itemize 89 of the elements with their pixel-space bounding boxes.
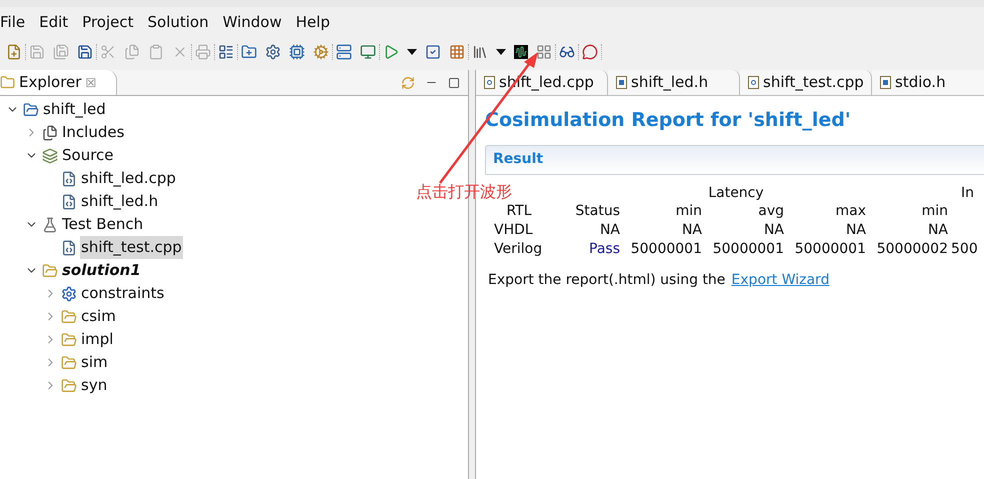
tree-item[interactable]: impl: [80, 328, 114, 351]
include-files-icon: [42, 124, 58, 140]
editor-tab[interactable]: shift_led.h: [608, 70, 740, 95]
column-header: min: [920, 202, 948, 220]
tree-item[interactable]: Source: [61, 144, 115, 167]
glasses-icon[interactable]: [559, 44, 575, 60]
column-header: max: [834, 202, 866, 220]
menu-item[interactable]: Window: [222, 10, 282, 34]
annotation-text: 点击打开波形: [416, 183, 512, 201]
checkbox-icon[interactable]: [425, 44, 441, 60]
table-cell-text: NA: [844, 220, 866, 238]
table-cell-text: 50000001: [630, 240, 702, 258]
column-header: avg: [757, 202, 784, 220]
table-cell-text: NA: [598, 220, 620, 238]
menu-item[interactable]: File: [0, 10, 26, 34]
table-cell-text: 500: [950, 240, 979, 258]
editor-tab[interactable]: shift_test.cpp: [740, 70, 872, 95]
table-cell-text: NA: [926, 220, 948, 238]
header-file-icon: [880, 76, 891, 89]
menu-item[interactable]: Edit: [39, 10, 68, 34]
table-cell-text: 50000001: [712, 240, 784, 258]
new-file-icon[interactable]: [6, 44, 22, 60]
export-wizard-link[interactable]: Export Wizard: [731, 270, 830, 290]
c-file-icon: [484, 76, 495, 89]
tree-item[interactable]: solution1: [61, 259, 142, 282]
stack-icon: [42, 148, 58, 164]
folder-icon: [0, 75, 15, 90]
table-cell-text: VHDL: [493, 220, 534, 238]
editor-tab[interactable]: stdio.h: [872, 70, 984, 95]
settings-icon[interactable]: [265, 44, 281, 60]
run-icon[interactable]: [383, 44, 399, 60]
chip-icon[interactable]: [289, 44, 305, 60]
column-group-header: In: [961, 184, 974, 200]
cog-icon[interactable]: [313, 44, 329, 60]
compare-icon[interactable]: [536, 44, 552, 60]
tree-item[interactable]: csim: [80, 305, 117, 328]
close-button[interactable]: ☒: [85, 74, 96, 92]
menu-item[interactable]: Solution: [148, 10, 209, 34]
c-file-icon: [748, 76, 759, 89]
maximize-icon[interactable]: [448, 76, 460, 88]
menu-item[interactable]: Project: [82, 10, 134, 34]
tree-item[interactable]: shift_led: [42, 98, 107, 121]
tree-item[interactable]: syn: [80, 374, 108, 397]
folder-plus-icon[interactable]: [241, 44, 257, 60]
test-bench-icon: [42, 216, 58, 232]
tree-item[interactable]: Test Bench: [61, 213, 144, 236]
source-file-icon: [61, 240, 77, 256]
column-header: RTL: [505, 202, 533, 220]
tree-item[interactable]: sim: [80, 351, 109, 374]
waveform-icon[interactable]: [514, 45, 528, 59]
column-header: Status: [574, 202, 620, 220]
solution-folder-icon: [42, 262, 58, 278]
folder-icon: [61, 378, 77, 394]
dropdown-arrow-icon[interactable]: [496, 49, 506, 55]
tree-item[interactable]: shift_led.h: [80, 190, 160, 213]
menu-item[interactable]: Help: [296, 10, 330, 34]
table-cell-text: 50000002: [876, 240, 948, 258]
tree-item[interactable]: Includes: [61, 121, 126, 144]
table-cell-text: Verilog: [493, 240, 544, 258]
table-cell-text: 50000001: [794, 240, 866, 258]
tree-item[interactable]: shift_test.cpp: [80, 236, 183, 259]
save-as-icon[interactable]: [77, 44, 93, 60]
table-cell-text: NA: [762, 220, 784, 238]
report-title: Cosimulation Report for 'shift_led': [485, 108, 852, 133]
table-cell-text: NA: [680, 220, 702, 238]
section-header: Result: [485, 144, 984, 174]
monitor-icon[interactable]: [360, 44, 376, 60]
export-text: Export the report(.html) using the: [488, 270, 726, 290]
sync-icon[interactable]: [401, 76, 415, 90]
table-cell-text: Pass: [588, 240, 620, 258]
folder-icon: [61, 354, 77, 370]
panel-title[interactable]: Explorer: [19, 71, 82, 94]
source-file-icon: [61, 170, 77, 186]
folder-icon: [61, 308, 77, 324]
source-file-icon: [61, 194, 77, 210]
library-icon[interactable]: [472, 44, 488, 60]
properties-icon[interactable]: [218, 44, 234, 60]
dropdown-arrow-icon[interactable]: [407, 49, 417, 55]
server-icon[interactable]: [336, 44, 352, 60]
project-folder-icon: [23, 102, 39, 118]
column-group-header: Latency: [707, 184, 765, 200]
gear-icon: [61, 286, 77, 302]
folder-icon: [61, 332, 77, 348]
column-header: min: [674, 202, 702, 220]
header-file-icon: [616, 76, 627, 89]
grid-icon[interactable]: [449, 44, 465, 60]
tree-item[interactable]: constraints: [80, 282, 166, 305]
tree-item[interactable]: shift_led.cpp: [80, 167, 177, 190]
speech-bubble-icon[interactable]: [582, 44, 598, 60]
